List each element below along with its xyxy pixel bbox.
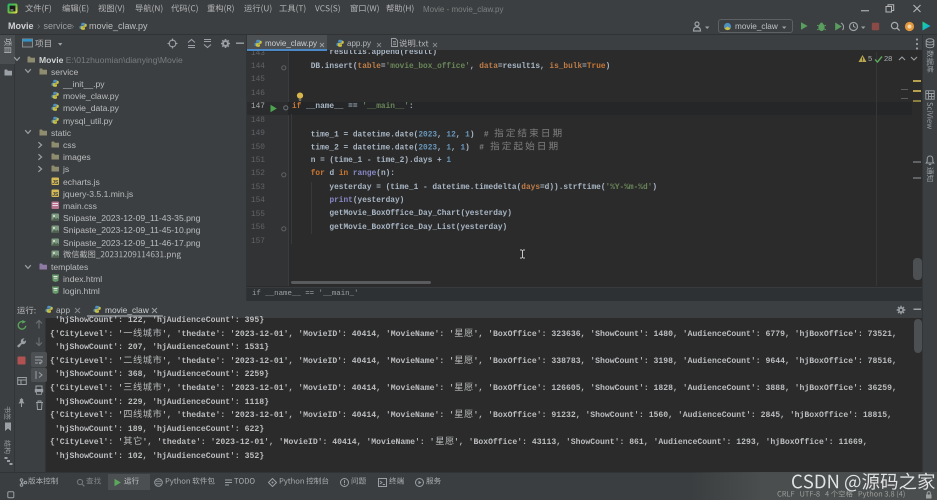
svg-text:JS: JS: [52, 192, 59, 198]
svg-text:JS: JS: [52, 179, 59, 185]
